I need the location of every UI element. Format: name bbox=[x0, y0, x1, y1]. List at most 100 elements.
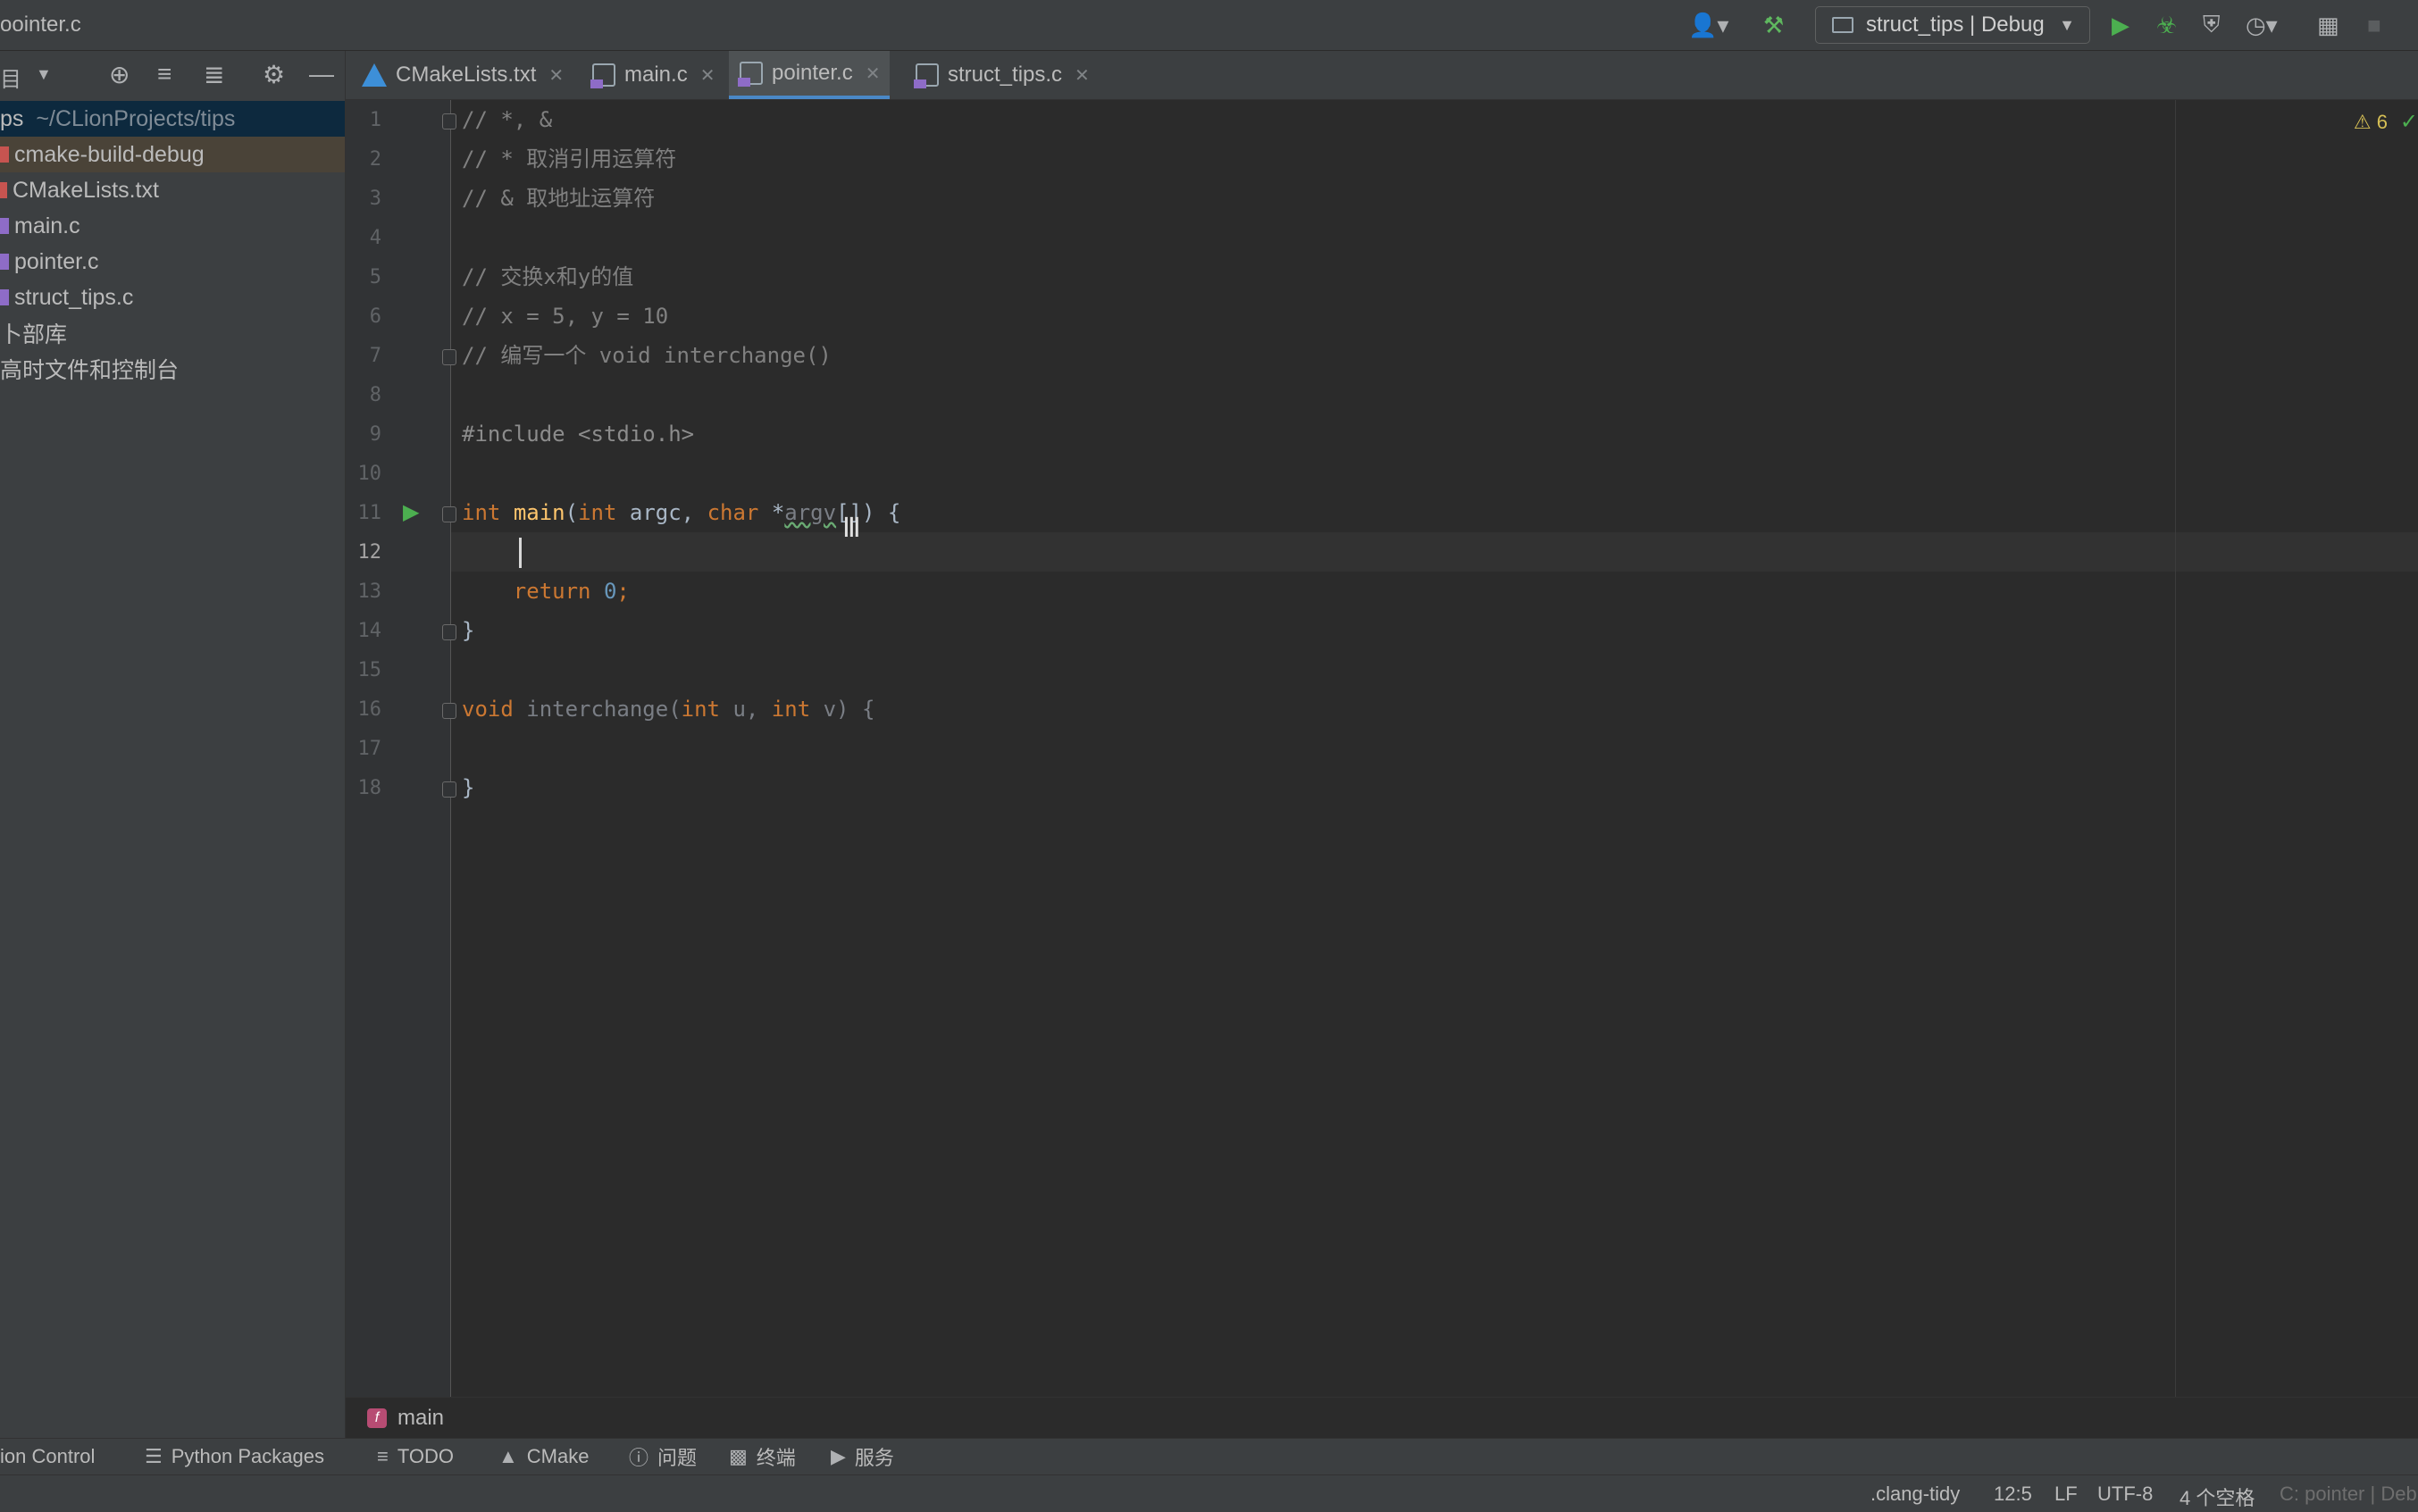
tab-struct-tips-c[interactable]: struct_tips.c ✕ bbox=[914, 51, 1103, 99]
tool-window-python-packages[interactable]: ☰ Python Packages bbox=[145, 1442, 324, 1471]
tab-pointer-c[interactable]: pointer.c ✕ bbox=[729, 51, 890, 99]
warnings-indicator[interactable]: ⚠ 6 bbox=[2354, 111, 2388, 134]
tool-window-version-control[interactable]: ion Control bbox=[0, 1442, 95, 1471]
fold-marker[interactable] bbox=[442, 113, 456, 129]
check-icon[interactable]: ✓ bbox=[2400, 109, 2418, 135]
tree-item-label: 卜部库 bbox=[0, 322, 68, 347]
tree-item-project-root[interactable]: ps ~/CLionProjects/tips bbox=[0, 101, 345, 137]
tool-window-todo[interactable]: ≡ TODO bbox=[377, 1442, 454, 1471]
close-icon[interactable]: ✕ bbox=[548, 64, 564, 87]
tool-window-terminal[interactable]: ▩ 终端 bbox=[729, 1442, 796, 1471]
tree-item-scratches[interactable]: 高时文件和控制台 bbox=[0, 351, 345, 387]
run-icon[interactable]: ▶ bbox=[2112, 11, 2129, 39]
code-line-6: // x = 5, y = 10 bbox=[462, 304, 669, 329]
tree-item-cmakelists[interactable]: CMakeLists.txt bbox=[0, 172, 345, 208]
keyword: int bbox=[578, 500, 617, 525]
tree-item-struct-tips-c[interactable]: struct_tips.c bbox=[0, 280, 345, 315]
punct: ; bbox=[616, 579, 630, 604]
fold-marker[interactable] bbox=[442, 624, 456, 640]
line-number: 15 bbox=[357, 659, 382, 681]
line-number: 9 bbox=[369, 423, 381, 446]
fold-marker[interactable] bbox=[442, 506, 456, 522]
coverage-icon[interactable]: ⛨ bbox=[2203, 11, 2221, 39]
breadcrumb-item[interactable]: main bbox=[397, 1406, 444, 1431]
close-icon[interactable]: ✕ bbox=[866, 63, 881, 85]
code-line-9: #include <stdio.h> bbox=[462, 422, 695, 447]
fold-marker[interactable] bbox=[442, 349, 456, 365]
tool-window-label: CMake bbox=[526, 1445, 590, 1467]
caret-position[interactable]: 12:5 bbox=[1994, 1483, 2032, 1506]
locate-file-icon[interactable]: ⊕ bbox=[109, 60, 130, 89]
layers-icon: ☰ bbox=[145, 1445, 163, 1467]
tree-item-label: main.c bbox=[14, 213, 80, 238]
stop-icon[interactable]: ■ bbox=[2367, 11, 2381, 39]
project-view-label[interactable]: 目 bbox=[0, 62, 21, 93]
line-number: 14 bbox=[357, 620, 382, 642]
terminal-icon: ▩ bbox=[729, 1445, 748, 1467]
code-line-16: void interchange(int u, int v) { bbox=[462, 689, 874, 729]
text-caret bbox=[519, 538, 522, 568]
file-encoding[interactable]: UTF-8 bbox=[2097, 1483, 2153, 1506]
tree-item-external-libraries[interactable]: 卜部库 bbox=[0, 315, 345, 351]
attach-icon[interactable]: ▦ bbox=[2317, 11, 2339, 39]
close-icon[interactable]: ✕ bbox=[1075, 64, 1090, 87]
debug-icon[interactable]: ☣ bbox=[2156, 11, 2177, 39]
c-file-icon bbox=[0, 254, 9, 270]
line-number: 6 bbox=[369, 305, 381, 328]
tool-window-label: 服务 bbox=[854, 1447, 894, 1469]
tree-item-cmake-build-debug[interactable]: cmake-build-debug bbox=[0, 137, 345, 172]
line-number: 1 bbox=[369, 109, 381, 131]
line-number: 17 bbox=[357, 738, 382, 760]
code-line-18: } bbox=[462, 775, 475, 800]
tool-window-services[interactable]: ▶ 服务 bbox=[831, 1442, 894, 1471]
tree-item-label: pointer.c bbox=[14, 248, 99, 274]
unused-param: argv bbox=[784, 500, 837, 525]
collapse-all-icon[interactable]: ≣ bbox=[204, 60, 224, 89]
run-configuration-selector[interactable]: struct_tips | Debug ▼ bbox=[1815, 6, 2090, 44]
tree-item-pointer-c[interactable]: pointer.c bbox=[0, 244, 345, 280]
close-icon[interactable]: ✕ bbox=[700, 64, 715, 87]
current-line-highlight bbox=[451, 532, 2418, 572]
cmake-icon bbox=[362, 63, 387, 87]
window-title: oointer.c bbox=[0, 13, 81, 37]
line-ending[interactable]: LF bbox=[2054, 1483, 2078, 1506]
line-number: 16 bbox=[357, 698, 382, 721]
tab-main-c[interactable]: main.c ✕ bbox=[590, 51, 735, 99]
expand-all-icon[interactable]: ≡ bbox=[157, 60, 172, 88]
code-line-13: return 0; bbox=[462, 572, 630, 611]
account-icon[interactable]: 👤▾ bbox=[1688, 11, 1728, 39]
code-line-7: // 编写一个 void interchange() bbox=[462, 343, 832, 368]
gear-icon[interactable]: ⚙ bbox=[263, 60, 285, 89]
indent-setting[interactable]: 4 个空格 bbox=[2180, 1483, 2255, 1511]
fold-marker[interactable] bbox=[442, 703, 456, 719]
run-gutter-icon[interactable]: ▶ bbox=[403, 499, 419, 525]
list-icon: ≡ bbox=[377, 1445, 389, 1467]
linter-status[interactable]: .clang-tidy bbox=[1870, 1483, 1960, 1506]
code-editor[interactable]: 1 2 3 4 5 6 7 8 9 10 11 12 13 14 15 16 1… bbox=[346, 100, 2418, 1397]
tool-window-cmake[interactable]: ▲ CMake bbox=[498, 1442, 589, 1471]
code-line-5: // 交换x和y的值 bbox=[462, 264, 634, 289]
editor-tab-bar: CMakeLists.txt ✕ main.c ✕ pointer.c ✕ st… bbox=[346, 51, 2418, 100]
tool-window-label: Python Packages bbox=[171, 1445, 324, 1467]
tree-item-label: CMakeLists.txt bbox=[13, 177, 159, 203]
keyword: char bbox=[707, 500, 759, 525]
punct: * bbox=[758, 500, 785, 525]
run-configuration-label: struct_tips | Debug bbox=[1866, 13, 2045, 37]
line-number: 5 bbox=[369, 266, 381, 288]
c-file-icon bbox=[0, 218, 9, 234]
tree-item-main-c[interactable]: main.c bbox=[0, 208, 345, 244]
c-file-icon bbox=[914, 63, 939, 88]
build-hammer-icon[interactable]: ⚒ bbox=[1763, 11, 1784, 39]
tool-window-problems[interactable]: ⓘ 问题 bbox=[629, 1442, 697, 1471]
chevron-down-icon[interactable]: ▼ bbox=[36, 65, 52, 84]
tool-window-label: 终端 bbox=[756, 1447, 796, 1469]
project-root-name: ps bbox=[0, 105, 24, 131]
tree-item-label: cmake-build-debug bbox=[14, 141, 205, 167]
tab-cmakelists[interactable]: CMakeLists.txt ✕ bbox=[362, 51, 565, 99]
profiler-icon[interactable]: ◷▾ bbox=[2246, 11, 2278, 39]
context-selector[interactable]: C: pointer | Deb bbox=[2280, 1483, 2417, 1506]
minimize-icon[interactable]: — bbox=[309, 60, 334, 88]
c-file-icon bbox=[0, 289, 9, 305]
fold-marker[interactable] bbox=[442, 781, 456, 798]
warnings-count: 6 bbox=[2376, 111, 2388, 133]
